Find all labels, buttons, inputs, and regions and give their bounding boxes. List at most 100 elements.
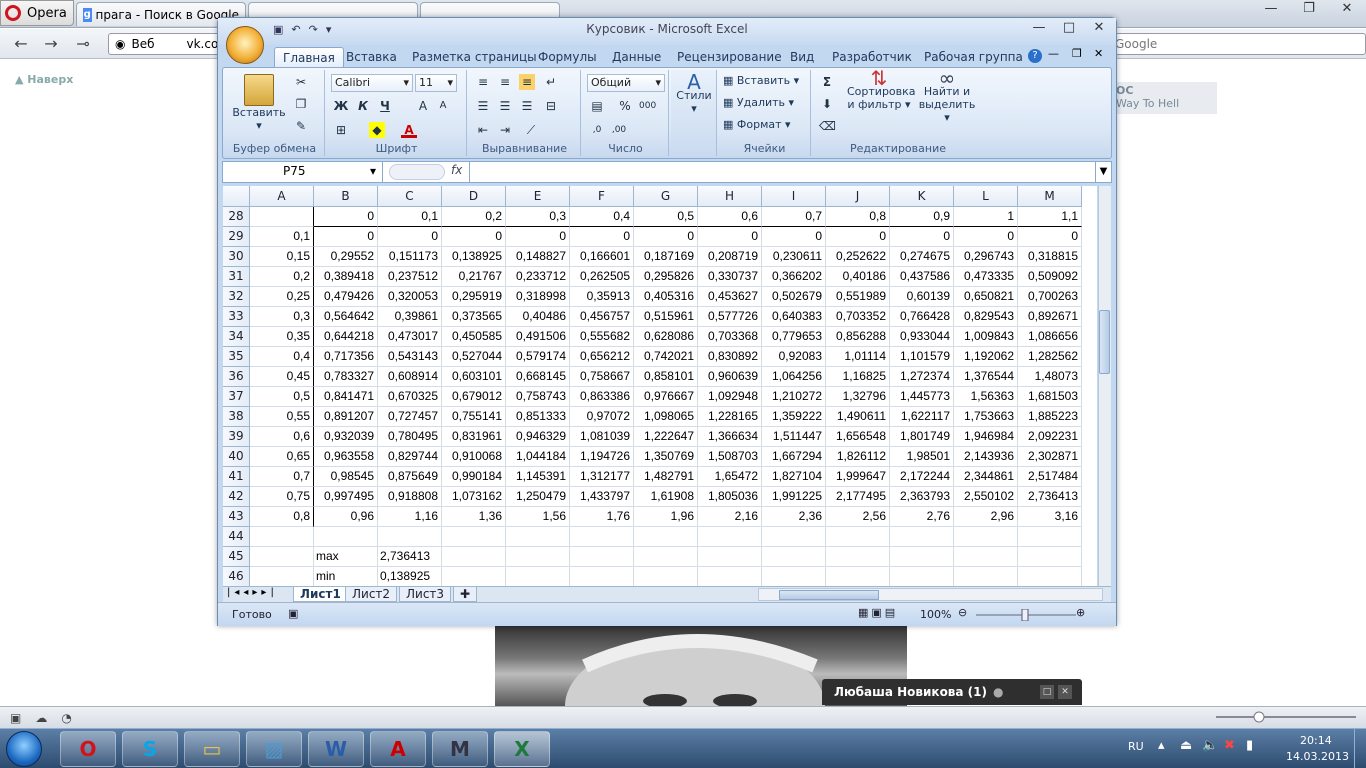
grid-cell[interactable]: 0 [954,227,1018,247]
grid-cell[interactable]: 0,8 [826,207,890,227]
grid-cell[interactable]: 0,577726 [698,307,762,327]
underline-icon[interactable]: Ч [377,98,393,114]
column-header[interactable]: E [506,186,570,207]
row-header[interactable]: 28 [223,207,250,227]
grid-cell[interactable] [634,527,698,547]
grid-cell[interactable]: 0,858101 [634,367,698,387]
redo-icon[interactable]: ↷ [309,23,318,36]
new-sheet-icon[interactable]: ✚ [453,587,478,602]
zoom-level[interactable]: 100% [920,608,951,621]
tray-arrow-icon[interactable]: ▴ [1158,738,1165,753]
save-icon[interactable]: ▣ [273,23,283,36]
grid-cell[interactable]: 0,960639 [698,367,762,387]
browser-zoom-slider[interactable] [1216,711,1356,723]
grid-cell[interactable]: 0,551989 [826,287,890,307]
grid-cell[interactable]: 0,3 [506,207,570,227]
taskbar-acrobat-icon[interactable]: A [370,731,426,767]
column-header[interactable]: L [954,186,1018,207]
grid-cell[interactable]: 0,543143 [378,347,442,367]
grid-cell[interactable]: 1,01114 [826,347,890,367]
zoom-slider[interactable] [976,609,1076,621]
tab-data[interactable]: Данные [604,47,669,67]
row-header[interactable]: 46 [223,567,250,586]
grid-cell[interactable]: 0,295826 [634,267,698,287]
grid-cell[interactable]: 2,76 [890,507,954,527]
align-left-icon[interactable]: ☰ [475,98,491,114]
grid-cell[interactable]: 0,60139 [890,287,954,307]
grid-cell[interactable]: 0,233712 [506,267,570,287]
grid-cell[interactable]: 1,350769 [634,447,698,467]
start-button-icon[interactable] [6,731,42,767]
grid-cell[interactable]: 1,508703 [698,447,762,467]
grid-cell[interactable]: 0,780495 [378,427,442,447]
ribbon-restore-icon[interactable]: ❐ [1072,47,1082,60]
wrap-text-icon[interactable]: ↵ [543,74,559,90]
browser-minimize-icon[interactable]: — [1252,0,1290,20]
grid-cell[interactable]: 1,999647 [826,467,890,487]
taskbar-skype-icon[interactable]: S [122,731,178,767]
grid-cell[interactable]: 0,15 [250,247,314,267]
grid-cell[interactable]: 1,366634 [698,427,762,447]
grid-cell[interactable]: 0,148827 [506,247,570,267]
grid-cell[interactable]: 1,272374 [890,367,954,387]
grid-cell[interactable]: 0,453627 [698,287,762,307]
grid-cell[interactable]: 0,918808 [378,487,442,507]
grid-cell[interactable]: 2,517484 [1018,467,1082,487]
grid-cell[interactable] [954,567,1018,586]
grid-cell[interactable]: 0,252622 [826,247,890,267]
row-header[interactable]: 32 [223,287,250,307]
grid-cell[interactable]: 1,081039 [570,427,634,447]
grid-cell[interactable]: 1,073162 [442,487,506,507]
battery-icon[interactable]: ▮ [1246,738,1253,753]
grid-cell[interactable]: 0,35 [250,327,314,347]
grid-cell[interactable]: 1,044184 [506,447,570,467]
grid-cell[interactable]: 0,151173 [378,247,442,267]
grid-cell[interactable] [506,567,570,586]
grid-cell[interactable]: 0,779653 [762,327,826,347]
grid-cell[interactable]: 0,97072 [570,407,634,427]
grid-cell[interactable]: 1,32796 [826,387,890,407]
grid-cell[interactable]: 0,318815 [1018,247,1082,267]
grid-cell[interactable]: 0,437586 [890,267,954,287]
font-size-select[interactable]: 11 ▾ [415,74,457,92]
usb-icon[interactable]: ⏏ [1180,738,1192,753]
row-header[interactable]: 30 [223,247,250,267]
grid-cell[interactable]: 0,640383 [762,307,826,327]
horizontal-scrollbar[interactable] [758,588,1103,601]
grid-cell[interactable]: 0,875649 [378,467,442,487]
grid-cell[interactable] [634,567,698,586]
align-bottom-icon[interactable]: ≡ [519,74,535,90]
name-box[interactable]: P75 ▾ [223,162,383,182]
decrease-decimal-icon[interactable]: ,00 [611,122,627,138]
grid-cell[interactable]: 0,92083 [762,347,826,367]
undo-icon[interactable]: ↶ [291,23,300,36]
grid-cell[interactable]: 2,56 [826,507,890,527]
grid-cell[interactable]: 0 [762,227,826,247]
grid-cell[interactable]: 0,700263 [1018,287,1082,307]
grid-cell[interactable]: 0,473335 [954,267,1018,287]
select-all-corner[interactable] [223,186,250,207]
tab-developer[interactable]: Разработчик [824,47,920,67]
grid-cell[interactable]: 0,237512 [378,267,442,287]
grid-cell[interactable]: 0 [1018,227,1082,247]
clear-icon[interactable]: ⌫ [819,118,836,134]
currency-icon[interactable]: ▤ [589,98,605,114]
grid-cell[interactable]: 0,389418 [314,267,378,287]
side-panel[interactable]: ОС Way To Hell [1110,82,1217,114]
tab-home[interactable]: Главная [274,47,344,67]
grid-cell[interactable]: 0,187169 [634,247,698,267]
grid-cell[interactable]: 0,644218 [314,327,378,347]
grid-cell[interactable]: 0,932039 [314,427,378,447]
view-buttons-icon[interactable]: ▦▣▤ [858,606,898,619]
customize-qat-icon[interactable]: ▾ [326,23,332,36]
search-field[interactable]: Google [1110,33,1366,55]
grid-cell[interactable] [762,547,826,567]
grid-cell[interactable]: 2,96 [954,507,1018,527]
percent-icon[interactable]: % [617,98,633,114]
volume-icon[interactable]: 🔈 [1202,738,1218,753]
grid-cell[interactable]: 1,210272 [762,387,826,407]
chat-expand-icon[interactable]: □ [1040,685,1054,699]
grid-cell[interactable]: 1,1 [1018,207,1082,227]
tab-review[interactable]: Рецензирование [669,47,790,67]
horizontal-scroll-thumb[interactable] [779,590,879,600]
